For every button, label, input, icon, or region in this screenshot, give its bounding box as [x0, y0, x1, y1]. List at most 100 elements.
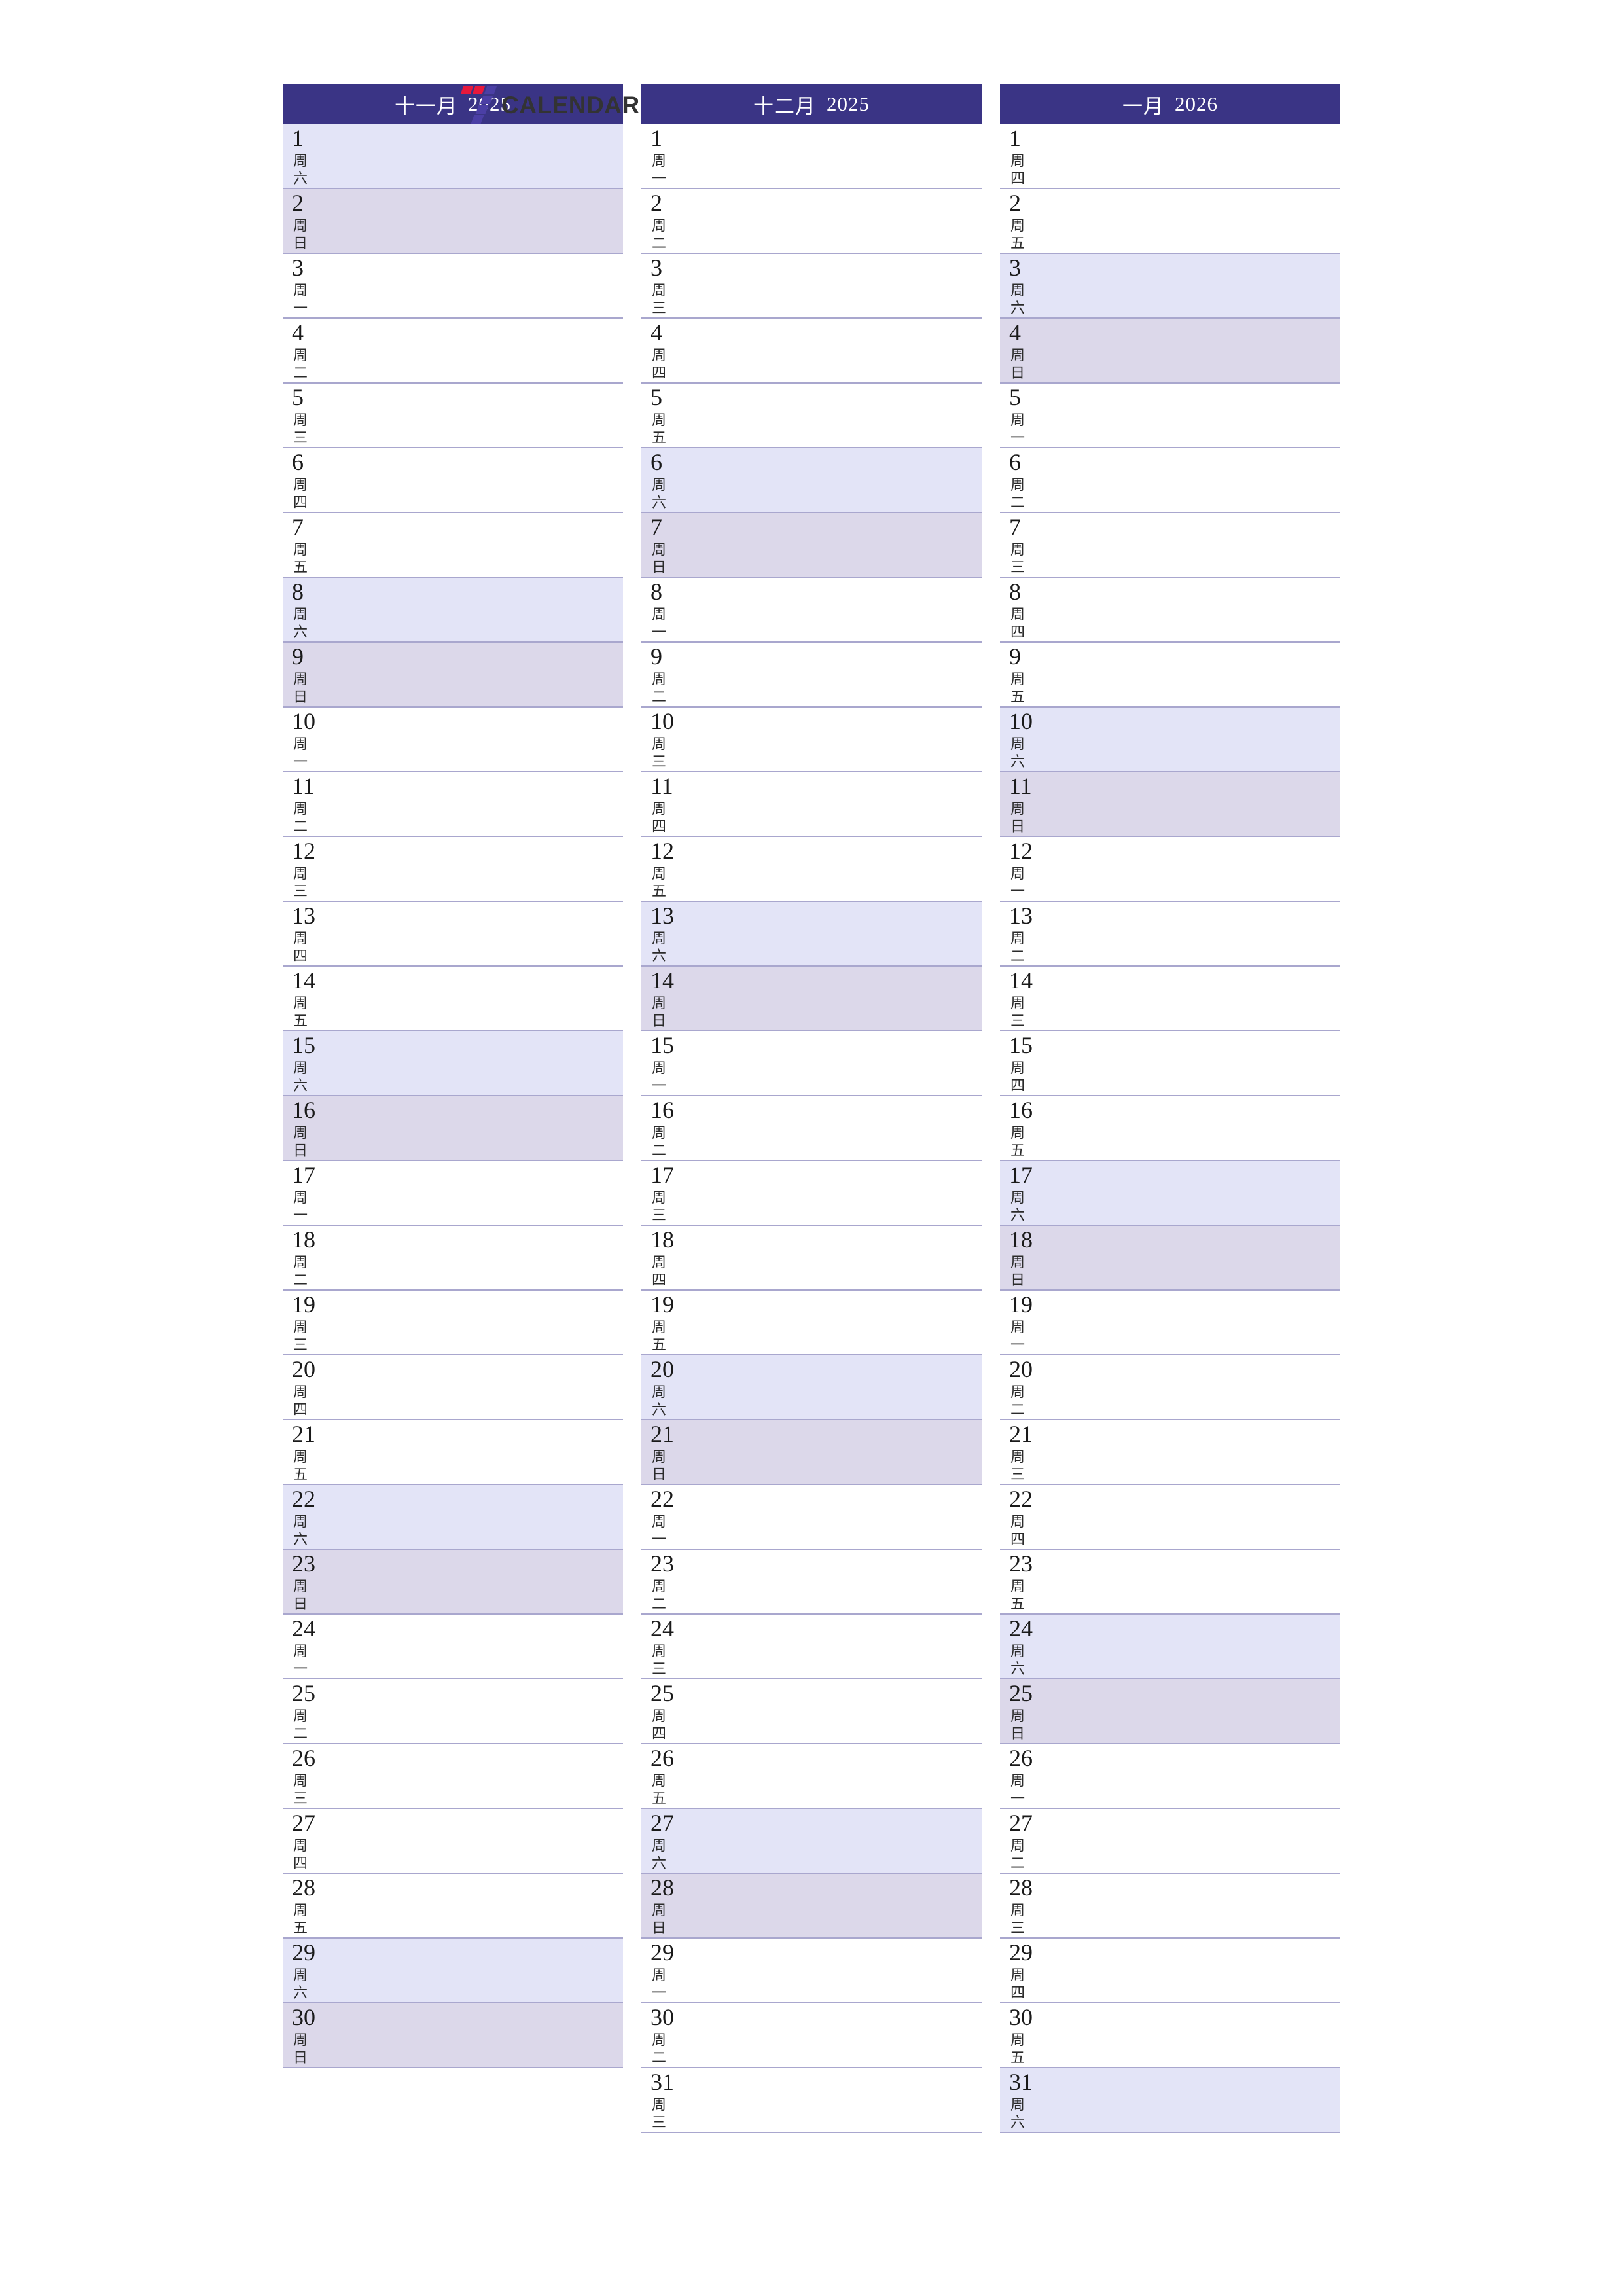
- day-note-area[interactable]: [1037, 124, 1340, 188]
- day-row[interactable]: 18 周四: [641, 1226, 982, 1291]
- day-note-area[interactable]: [678, 1161, 982, 1225]
- day-row[interactable]: 4周日: [1000, 319, 1340, 384]
- day-row[interactable]: 27 周四: [283, 1809, 623, 1874]
- day-row[interactable]: 30 周日: [283, 2003, 623, 2068]
- day-row[interactable]: 8周四: [1000, 578, 1340, 643]
- day-row[interactable]: 9周五: [1000, 643, 1340, 708]
- day-row[interactable]: 13 周六: [641, 902, 982, 967]
- day-row[interactable]: 30 周五: [1000, 2003, 1340, 2068]
- day-row[interactable]: 24 周三: [641, 1615, 982, 1679]
- day-row[interactable]: 20 周四: [283, 1355, 623, 1420]
- day-note-area[interactable]: [1037, 1096, 1340, 1160]
- day-row[interactable]: 19 周五: [641, 1291, 982, 1355]
- day-row[interactable]: 31 周三: [641, 2068, 982, 2133]
- day-note-area[interactable]: [319, 837, 623, 901]
- day-note-area[interactable]: [319, 1031, 623, 1095]
- day-row[interactable]: 27 周二: [1000, 1809, 1340, 1874]
- day-row[interactable]: 21 周三: [1000, 1420, 1340, 1485]
- day-row[interactable]: 7周五: [283, 513, 623, 578]
- day-row[interactable]: 26 周一: [1000, 1744, 1340, 1809]
- day-note-area[interactable]: [319, 1096, 623, 1160]
- day-note-area[interactable]: [1037, 1615, 1340, 1678]
- day-note-area[interactable]: [678, 1485, 982, 1549]
- day-note-area[interactable]: [678, 902, 982, 965]
- day-row[interactable]: 19 周一: [1000, 1291, 1340, 1355]
- day-row[interactable]: 8周六: [283, 578, 623, 643]
- day-row[interactable]: 6周四: [283, 448, 623, 513]
- day-note-area[interactable]: [1037, 1355, 1340, 1419]
- day-note-area[interactable]: [678, 124, 982, 188]
- day-row[interactable]: 22 周一: [641, 1485, 982, 1550]
- day-note-area[interactable]: [678, 643, 982, 706]
- day-row[interactable]: 10 周六: [1000, 708, 1340, 772]
- day-row[interactable]: 25 周日: [1000, 1679, 1340, 1744]
- day-note-area[interactable]: [319, 1291, 623, 1354]
- day-row[interactable]: 20 周六: [641, 1355, 982, 1420]
- day-note-area[interactable]: [1037, 1161, 1340, 1225]
- day-row[interactable]: 3周一: [283, 254, 623, 319]
- day-row[interactable]: 22 周六: [283, 1485, 623, 1550]
- day-row[interactable]: 10 周一: [283, 708, 623, 772]
- day-note-area[interactable]: [1037, 1485, 1340, 1549]
- day-row[interactable]: 2周五: [1000, 189, 1340, 254]
- day-row[interactable]: 3周六: [1000, 254, 1340, 319]
- day-row[interactable]: 13 周四: [283, 902, 623, 967]
- day-note-area[interactable]: [678, 1355, 982, 1419]
- day-note-area[interactable]: [1037, 1291, 1340, 1354]
- day-note-area[interactable]: [678, 384, 982, 447]
- day-note-area[interactable]: [678, 189, 982, 253]
- day-row[interactable]: 11 周日: [1000, 772, 1340, 837]
- day-note-area[interactable]: [678, 254, 982, 317]
- day-note-area[interactable]: [1037, 643, 1340, 706]
- day-row[interactable]: 8周一: [641, 578, 982, 643]
- day-note-area[interactable]: [678, 448, 982, 512]
- day-row[interactable]: 2周二: [641, 189, 982, 254]
- day-note-area[interactable]: [1037, 189, 1340, 253]
- day-note-area[interactable]: [678, 1809, 982, 1873]
- day-row[interactable]: 14 周五: [283, 967, 623, 1031]
- day-note-area[interactable]: [678, 513, 982, 577]
- day-note-area[interactable]: [1037, 772, 1340, 836]
- day-note-area[interactable]: [319, 1874, 623, 1937]
- day-row[interactable]: 17 周六: [1000, 1161, 1340, 1226]
- day-row[interactable]: 11 周二: [283, 772, 623, 837]
- day-note-area[interactable]: [319, 254, 623, 317]
- day-note-area[interactable]: [678, 1550, 982, 1613]
- day-row[interactable]: 12 周五: [641, 837, 982, 902]
- day-note-area[interactable]: [1037, 708, 1340, 771]
- day-row[interactable]: 16 周五: [1000, 1096, 1340, 1161]
- day-note-area[interactable]: [678, 2068, 982, 2132]
- day-note-area[interactable]: [319, 2003, 623, 2067]
- day-row[interactable]: 26 周五: [641, 1744, 982, 1809]
- day-note-area[interactable]: [1037, 1874, 1340, 1937]
- day-row[interactable]: 9周二: [641, 643, 982, 708]
- day-row[interactable]: 25 周四: [641, 1679, 982, 1744]
- day-note-area[interactable]: [678, 1744, 982, 1808]
- day-note-area[interactable]: [319, 513, 623, 577]
- day-row[interactable]: 5周一: [1000, 384, 1340, 448]
- day-note-area[interactable]: [1037, 513, 1340, 577]
- day-row[interactable]: 28 周三: [1000, 1874, 1340, 1939]
- day-note-area[interactable]: [319, 1939, 623, 2002]
- day-row[interactable]: 17 周三: [641, 1161, 982, 1226]
- day-row[interactable]: 5周五: [641, 384, 982, 448]
- day-row[interactable]: 5周三: [283, 384, 623, 448]
- day-note-area[interactable]: [319, 1485, 623, 1549]
- day-note-area[interactable]: [319, 578, 623, 641]
- day-row[interactable]: 20 周二: [1000, 1355, 1340, 1420]
- day-note-area[interactable]: [319, 967, 623, 1030]
- day-note-area[interactable]: [1037, 2068, 1340, 2132]
- day-row[interactable]: 31 周六: [1000, 2068, 1340, 2133]
- day-row[interactable]: 6周六: [641, 448, 982, 513]
- day-note-area[interactable]: [1037, 384, 1340, 447]
- day-note-area[interactable]: [678, 1226, 982, 1289]
- day-row[interactable]: 18 周日: [1000, 1226, 1340, 1291]
- day-row[interactable]: 11 周四: [641, 772, 982, 837]
- day-row[interactable]: 12 周三: [283, 837, 623, 902]
- day-note-area[interactable]: [1037, 1679, 1340, 1743]
- day-note-area[interactable]: [319, 384, 623, 447]
- day-note-area[interactable]: [678, 1096, 982, 1160]
- day-note-area[interactable]: [678, 1679, 982, 1743]
- day-note-area[interactable]: [1037, 1939, 1340, 2002]
- day-note-area[interactable]: [319, 1226, 623, 1289]
